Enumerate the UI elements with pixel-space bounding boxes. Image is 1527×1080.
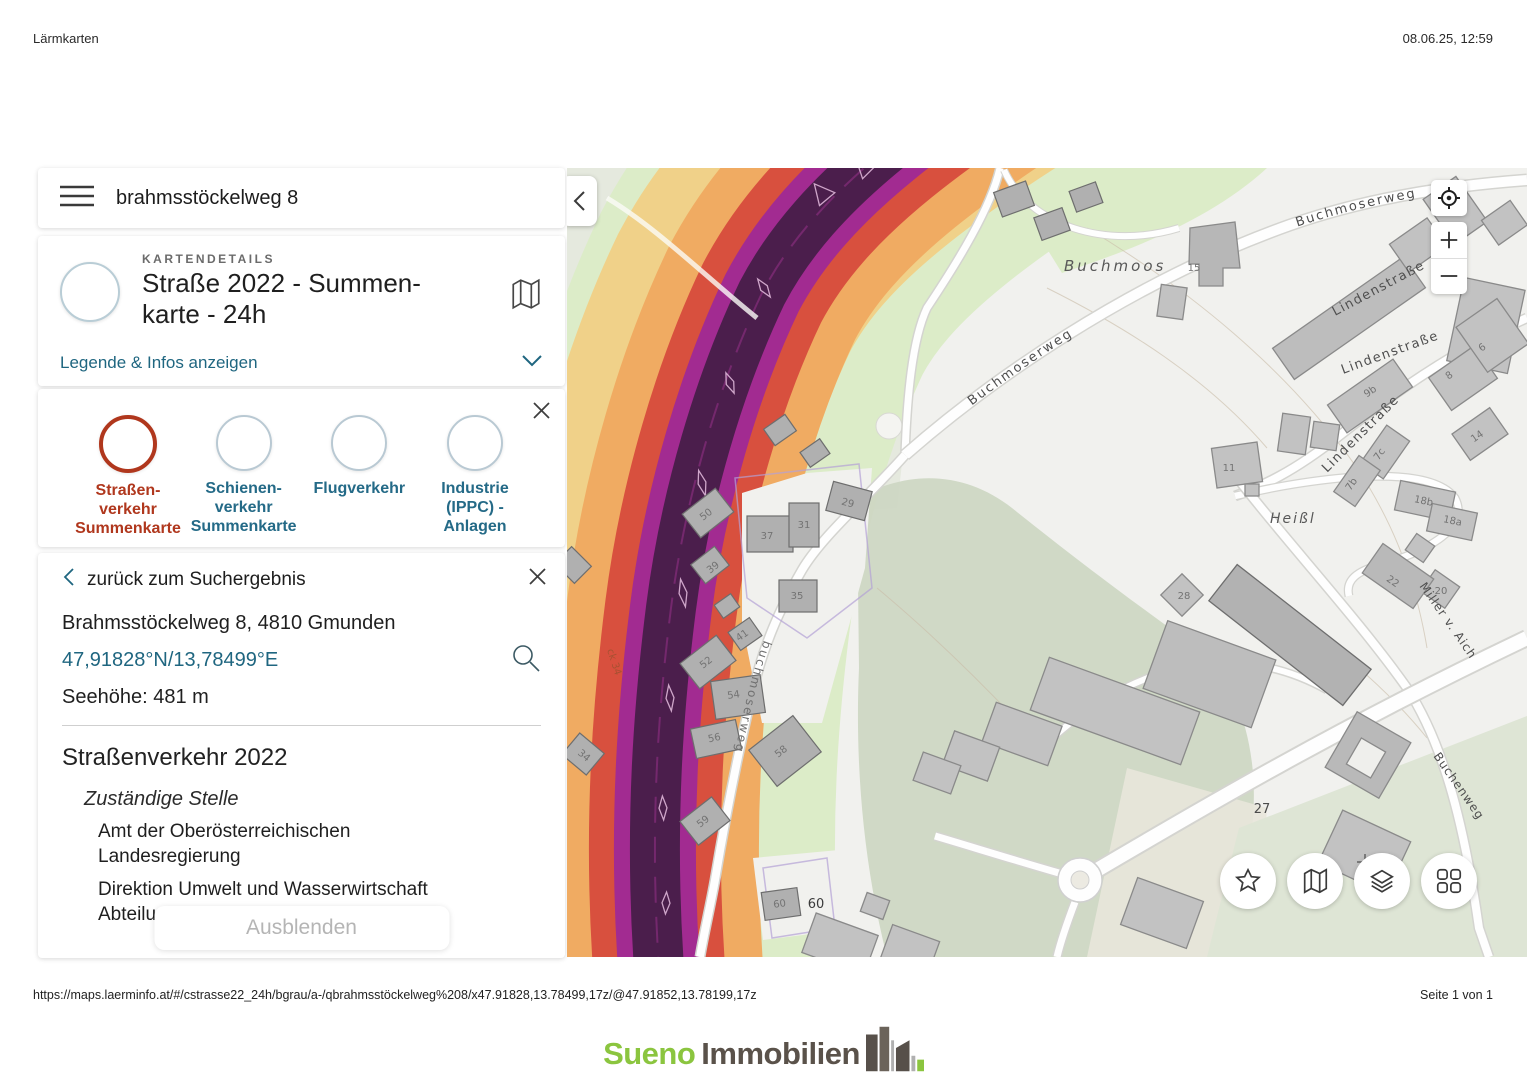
brand-name-secondary: Immobilien: [701, 1036, 860, 1072]
hide-button[interactable]: Ausblenden: [154, 906, 449, 950]
svg-text:27: 27: [1254, 802, 1271, 817]
svg-text:60: 60: [808, 897, 825, 912]
svg-text:60: 60: [773, 898, 787, 911]
layers-icon: [1367, 866, 1397, 896]
result-coordinates[interactable]: 47,91828°N/13,78499°E: [62, 649, 278, 672]
brand-logo: Sueno Immobilien: [0, 1026, 1527, 1072]
print-datetime: 08.06.25, 12:59: [1403, 31, 1493, 46]
category-schienenverkehr[interactable]: Schienen- verkehr Summenkarte: [188, 415, 300, 547]
svg-text:11: 11: [1223, 463, 1236, 474]
noise-map-canvas[interactable]: 50 39 37 31 29 41 35 52 54 56 58 34 59 6…: [567, 168, 1527, 957]
basemap-button[interactable]: [1287, 853, 1343, 909]
map-icon[interactable]: [509, 276, 543, 329]
print-url: https://maps.laerminfo.at/#/cstrasse22_2…: [33, 988, 757, 1002]
svg-text:35: 35: [791, 591, 804, 602]
apps-button[interactable]: [1421, 853, 1477, 909]
zoom-out-button[interactable]: [1431, 259, 1467, 294]
result-elevation: Seehöhe: 481 m: [62, 686, 541, 709]
svg-text:37: 37: [761, 531, 774, 542]
category-selector-card: Straßen- verkehr Summenkarte Schienen- v…: [38, 389, 565, 547]
map-title: Straße 2022 - Summen- karte - 24h: [142, 268, 421, 329]
category-industrie[interactable]: Industrie (IPPC) - Anlagen: [419, 415, 531, 547]
chevron-left-icon[interactable]: [62, 567, 75, 592]
search-result-card: zurück zum Suchergebnis Brahmsstöckelweg…: [38, 553, 565, 958]
panel-collapse-button[interactable]: [567, 176, 597, 226]
locate-button[interactable]: [1431, 180, 1467, 216]
category-circle[interactable]: [216, 415, 272, 471]
svg-text:28: 28: [1178, 591, 1191, 602]
search-card: brahmsstöckelweg 8: [38, 168, 565, 228]
category-flugverkehr[interactable]: Flugverkehr: [303, 415, 415, 547]
result-address: Brahmsstöckelweg 8, 4810 Gmunden: [62, 612, 541, 635]
map-style-circle[interactable]: [60, 262, 120, 322]
category-circle[interactable]: [331, 415, 387, 471]
details-section-label: KARTENDETAILS: [142, 252, 421, 266]
legend-toggle-link[interactable]: Legende & Infos anzeigen: [60, 353, 258, 373]
grid-icon: [1434, 866, 1464, 896]
svg-text:Buchmoos: Buchmoos: [1064, 257, 1166, 275]
back-to-results-link[interactable]: zurück zum Suchergebnis: [87, 569, 306, 591]
zoom-controls: [1431, 222, 1467, 294]
category-strassenverkehr[interactable]: Straßen- verkehr Summenkarte: [72, 415, 184, 547]
zoom-in-button[interactable]: [1431, 223, 1467, 258]
brand-buildings-icon: [866, 1026, 924, 1072]
map-details-card: KARTENDETAILS Straße 2022 - Summen- kart…: [38, 236, 565, 386]
layers-button[interactable]: [1354, 853, 1410, 909]
close-icon[interactable]: [528, 567, 547, 591]
print-title: Lärmkarten: [33, 31, 99, 46]
svg-text:54: 54: [727, 689, 741, 702]
svg-text:Heißl: Heißl: [1270, 511, 1316, 527]
noise-map[interactable]: 50 39 37 31 29 41 35 52 54 56 58 34 59 6…: [567, 168, 1527, 957]
info-org1: Amt der Oberösterreichischen Landesregie…: [98, 820, 541, 869]
map-tool-buttons: [1220, 853, 1477, 909]
plus-icon: [1438, 229, 1460, 251]
svg-text:31: 31: [798, 520, 811, 531]
search-icon[interactable]: [511, 643, 541, 678]
search-input[interactable]: brahmsstöckelweg 8: [116, 187, 298, 210]
svg-text:15: 15: [1188, 263, 1201, 274]
print-page: Lärmkarten 08.06.25, 12:59 brahmsstöckel…: [0, 0, 1527, 1080]
minus-icon: [1438, 265, 1460, 287]
map-feature-circle: [876, 413, 902, 439]
locate-icon: [1437, 186, 1461, 210]
info-heading: Straßenverkehr 2022: [62, 744, 541, 772]
chevron-down-icon[interactable]: [521, 354, 543, 373]
divider: [62, 725, 541, 726]
map-icon: [1300, 866, 1330, 896]
info-subheading: Zuständige Stelle: [84, 788, 541, 811]
category-circle[interactable]: [447, 415, 503, 471]
print-page-number: Seite 1 von 1: [1420, 988, 1493, 1002]
menu-icon[interactable]: [60, 183, 94, 214]
category-circle[interactable]: [99, 415, 157, 473]
brand-name-primary: Sueno: [603, 1036, 695, 1072]
star-icon: [1233, 866, 1263, 896]
favorites-button[interactable]: [1220, 853, 1276, 909]
close-icon[interactable]: [532, 401, 551, 425]
